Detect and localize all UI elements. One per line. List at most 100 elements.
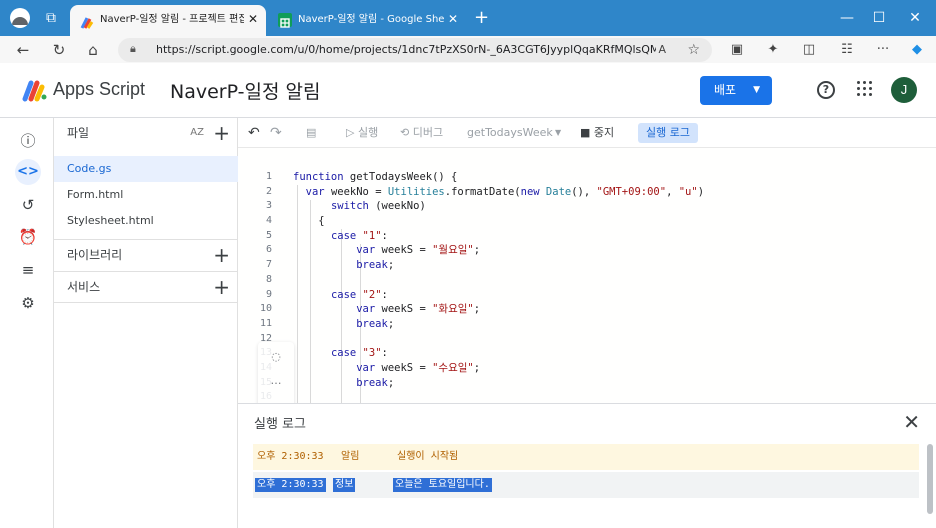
code-token: "월요일"	[432, 244, 474, 257]
files-header: 파일 AZ +	[54, 118, 238, 148]
line-number: 11	[259, 317, 272, 329]
log-message: 오늘은 토요일입니다.	[393, 478, 492, 492]
run-button[interactable]: ▷ 실행	[346, 118, 378, 148]
deploy-button[interactable]: 배포 ▼	[700, 76, 772, 105]
code-line[interactable]: break;	[293, 258, 933, 273]
tab-title: NaverP-일정 알림 - 프로젝트 편집기	[100, 14, 244, 25]
add-file-button[interactable]: +	[213, 118, 230, 148]
left-rail: ⓘ <> ↺ ⏰ ≡ ⚙	[0, 118, 54, 528]
profile-icon[interactable]	[10, 8, 30, 28]
code-token: weekS =	[381, 244, 433, 257]
alarm-icon[interactable]: ⏰	[15, 224, 41, 250]
file-item-code-gs[interactable]: Code.gs	[54, 156, 238, 182]
history-icon[interactable]: ↺	[15, 192, 41, 218]
code-token: ;	[473, 244, 481, 257]
add-service-button[interactable]: +	[213, 272, 230, 302]
url-text: https://script.google.com/u/0/home/proje…	[156, 43, 656, 56]
execution-log-button[interactable]: 실행 로그	[638, 123, 698, 143]
window-close-button[interactable]: ✕	[900, 6, 930, 30]
line-number: 2	[265, 185, 272, 197]
code-lines[interactable]: function getTodaysWeek() { var weekNo = …	[293, 170, 933, 403]
chevron-down-icon[interactable]: ▼	[555, 118, 561, 148]
more-icon[interactable]: …	[267, 372, 285, 390]
avatar[interactable]: J	[891, 77, 917, 103]
help-icon[interactable]: ?	[817, 81, 835, 99]
project-title[interactable]: NaverP-일정 알림	[170, 77, 320, 104]
maximize-button[interactable]: ☐	[864, 6, 894, 30]
copilot-icon[interactable]: ◆	[906, 39, 928, 61]
refresh-icon[interactable]: ↻	[48, 39, 70, 61]
puzzle-icon[interactable]: ✦	[762, 39, 784, 61]
libraries-header: 라이브러리 +	[54, 240, 238, 270]
eye-off-icon[interactable]: ◌	[267, 348, 285, 366]
line-number: 1	[265, 171, 272, 182]
split-screen-icon[interactable]: ◫	[798, 39, 820, 61]
debug-button[interactable]: ⟲ 디버그	[400, 118, 443, 148]
line-number: 10	[259, 303, 272, 315]
files-panel: 파일 AZ + Code.gs Form.html Stylesheet.htm…	[54, 118, 238, 528]
code-token: "수요일"	[432, 361, 474, 374]
code-editor[interactable]: 12345678910111213141516 function getToda…	[238, 148, 936, 403]
code-line[interactable]: var weekS = "수요일";	[293, 361, 933, 376]
code-line[interactable]: break;	[293, 376, 933, 391]
add-library-button[interactable]: +	[213, 240, 230, 270]
save-icon[interactable]: ▤	[306, 118, 316, 148]
read-aloud-icon[interactable]: A	[658, 38, 666, 62]
minimize-button[interactable]: —	[832, 6, 862, 30]
settings-icon[interactable]: ⚙	[15, 290, 41, 316]
code-line[interactable]: var weekNo = Utilities.formatDate(new Da…	[293, 185, 933, 200]
stop-button[interactable]: ■ 중지	[580, 118, 614, 148]
function-select[interactable]: getTodaysWeek	[467, 118, 553, 148]
log-scrollbar[interactable]	[927, 444, 933, 514]
code-token: function	[293, 171, 350, 183]
apps-script-logo-icon[interactable]	[22, 78, 48, 102]
browser-tab-bar: ⧉ NaverP-일정 알림 - 프로젝트 편집기 ✕ NaverP-일정 알림…	[0, 0, 936, 36]
code-line[interactable]: {	[293, 214, 933, 229]
file-item-stylesheet-html[interactable]: Stylesheet.html	[54, 208, 238, 234]
code-line[interactable]: case "1":	[293, 229, 933, 244]
tab-close-icon[interactable]: ✕	[448, 5, 458, 34]
code-line[interactable]: var weekS = "월요일";	[293, 243, 933, 258]
code-token: "2"	[362, 288, 382, 301]
code-line[interactable]: case "2":	[293, 288, 933, 303]
tab-actions-icon[interactable]: ⧉	[42, 9, 60, 27]
code-line[interactable]: function getTodaysWeek() {	[293, 170, 933, 185]
url-field[interactable]: 🔒︎ https://script.google.com/u/0/home/pr…	[118, 38, 712, 62]
tab-close-icon[interactable]: ✕	[248, 5, 258, 34]
code-token: :	[381, 288, 388, 301]
file-item-form-html[interactable]: Form.html	[54, 182, 238, 208]
apps-grid-icon[interactable]	[857, 81, 873, 97]
new-tab-button[interactable]: +	[474, 6, 489, 30]
tab-google-sheets[interactable]: NaverP-일정 알림 - Google Sheets ✕	[268, 5, 466, 36]
code-token: weekS =	[381, 303, 433, 316]
code-line[interactable]: case "3":	[293, 346, 933, 361]
code-line[interactable]	[293, 332, 933, 347]
undo-icon[interactable]: ↶	[248, 118, 260, 148]
code-line[interactable]: var weekS = "화요일";	[293, 302, 933, 317]
extension-icon[interactable]: ▣	[726, 39, 748, 61]
code-line[interactable]: break;	[293, 317, 933, 332]
favorites-icon[interactable]: ☷	[836, 39, 858, 61]
sort-az-icon[interactable]: AZ	[190, 118, 204, 148]
code-line[interactable]: switch (weekNo)	[293, 199, 933, 214]
code-token: "화요일"	[432, 303, 474, 316]
close-icon[interactable]: ✕	[903, 410, 920, 434]
log-row[interactable]: 오후 2:30:33 알림 실행이 시작됨	[253, 444, 919, 470]
tab-apps-script[interactable]: NaverP-일정 알림 - 프로젝트 편집기 ✕	[70, 5, 266, 36]
redo-icon[interactable]: ↷	[270, 118, 282, 148]
code-line[interactable]	[293, 390, 933, 403]
home-icon[interactable]: ⌂	[82, 39, 104, 61]
code-line[interactable]	[293, 273, 933, 288]
log-row[interactable]: 오후 2:30:33 정보 오늘은 토요일입니다.	[253, 472, 919, 498]
favorite-star-icon[interactable]: ☆	[687, 38, 700, 62]
product-name[interactable]: Apps Script	[53, 79, 145, 100]
executions-icon[interactable]: ≡	[15, 257, 41, 283]
more-menu-icon[interactable]: ···	[872, 39, 894, 61]
info-icon[interactable]: ⓘ	[15, 128, 41, 154]
code-icon[interactable]: <>	[15, 159, 41, 185]
code-token: switch	[330, 200, 376, 213]
code-token: case	[330, 347, 363, 360]
back-icon[interactable]: ←	[12, 39, 34, 61]
